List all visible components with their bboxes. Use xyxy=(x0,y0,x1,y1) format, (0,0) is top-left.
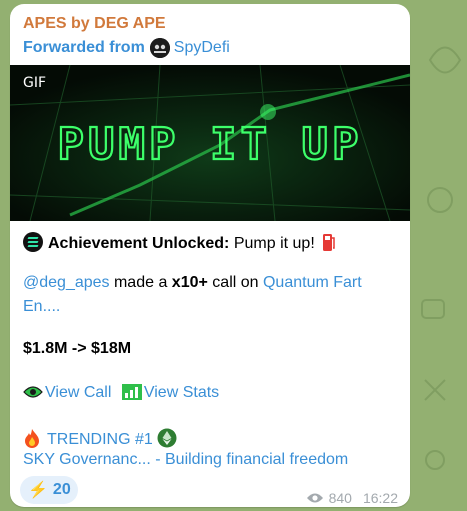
price-change: $1.8M -> $18M xyxy=(23,340,132,357)
sender-name[interactable]: APES by DEG APE xyxy=(23,15,166,33)
gif-badge: GIF xyxy=(23,75,47,91)
made-a-text: made a xyxy=(109,274,172,291)
call-line-cont: En.... xyxy=(23,298,60,316)
forwarded-label: Forwarded from xyxy=(23,39,145,56)
token-link[interactable]: Quantum Fart xyxy=(263,274,362,291)
user-mention-link[interactable]: @deg_apes xyxy=(23,274,110,291)
channel-avatar xyxy=(149,38,170,58)
view-count: 840 xyxy=(328,490,352,506)
views-eye-icon xyxy=(306,493,323,503)
call-on-text: call on xyxy=(207,274,263,291)
message-meta: 840 16:22 xyxy=(306,490,398,506)
gif-artwork: PUMP IT UP xyxy=(10,65,410,221)
links-line: View Call View Stats xyxy=(23,384,219,402)
solana-icon xyxy=(23,232,43,252)
fire-icon xyxy=(25,429,39,448)
achievement-label: Achievement Unlocked: xyxy=(48,235,230,252)
reaction-button[interactable]: ⚡ 20 xyxy=(20,476,78,504)
forwarded-header[interactable]: Forwarded from SpyDefi xyxy=(23,38,230,58)
trending-label[interactable]: TRENDING #1 xyxy=(47,431,153,448)
wallpaper-doodles xyxy=(421,46,462,470)
fuel-pump-icon xyxy=(323,234,335,251)
trending-token-link[interactable]: SKY Governanc... - Building financial fr… xyxy=(23,451,348,468)
achievement-line: Achievement Unlocked: Pump it up! xyxy=(23,232,336,253)
price-line: $1.8M -> $18M xyxy=(23,340,131,358)
reaction-count: 20 xyxy=(52,481,71,498)
token-link-cont[interactable]: En.... xyxy=(23,298,60,315)
lightning-icon: ⚡ xyxy=(28,482,48,499)
message-bubble: APES by DEG APE Forwarded from SpyDefi P… xyxy=(10,4,410,507)
message-time: 16:22 xyxy=(362,490,398,506)
ethereum-icon xyxy=(157,428,177,448)
chart-icon xyxy=(121,384,142,400)
view-call-link[interactable]: View Call xyxy=(45,384,111,401)
multiplier-text: x10+ xyxy=(171,274,208,291)
forwarded-channel-link[interactable]: SpyDefi xyxy=(174,39,230,57)
gif-neon-text: PUMP IT UP xyxy=(58,119,363,170)
eye-icon xyxy=(23,386,43,398)
call-line: @deg_apes made a x10+ call on Quantum Fa… xyxy=(23,274,362,292)
view-stats-link[interactable]: View Stats xyxy=(144,384,219,401)
trending-line: TRENDING #1 xyxy=(23,428,177,449)
gif-media[interactable]: PUMP IT UP GIF xyxy=(10,65,410,221)
achievement-value: Pump it up! xyxy=(229,235,315,252)
trending-token-line: SKY Governanc... - Building financial fr… xyxy=(23,451,348,469)
